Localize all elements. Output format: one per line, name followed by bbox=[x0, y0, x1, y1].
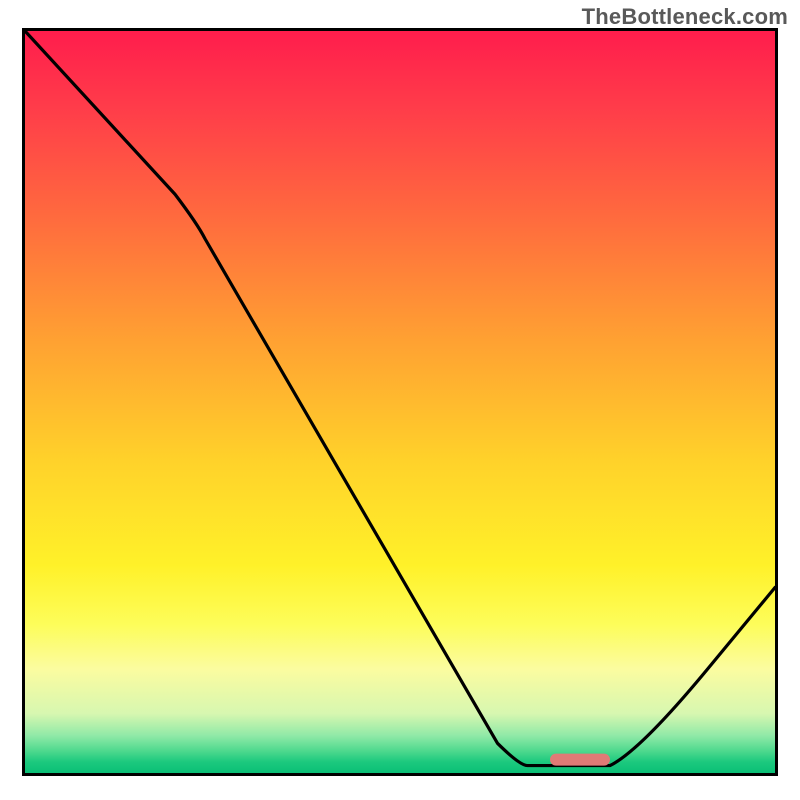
bottleneck-curve-path bbox=[25, 31, 775, 766]
curve-layer bbox=[25, 31, 775, 773]
chart-container: TheBottleneck.com bbox=[0, 0, 800, 800]
plot-area bbox=[22, 28, 778, 776]
watermark-text: TheBottleneck.com bbox=[582, 4, 788, 30]
optimal-marker bbox=[550, 754, 610, 766]
